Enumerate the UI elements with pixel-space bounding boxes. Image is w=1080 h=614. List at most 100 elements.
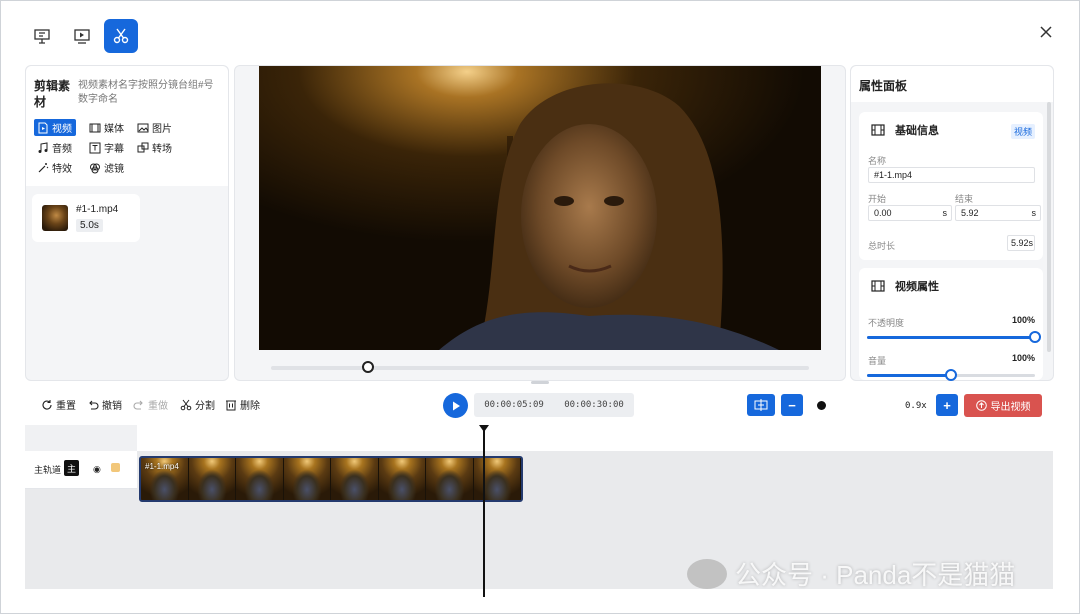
volume-slider[interactable]	[867, 369, 1035, 381]
zoom-out-button[interactable]: −	[781, 394, 803, 416]
properties-panel: 属性面板 基础信息 视频 名称 #1-1.mp4 开始 0.00 s 结束 5.…	[850, 65, 1054, 381]
delete-button[interactable]: 删除	[225, 397, 260, 412]
end-label: 结束	[955, 194, 974, 204]
name-label: 名称	[868, 156, 887, 166]
snap-toggle-button[interactable]	[747, 394, 775, 416]
resize-handle[interactable]	[531, 381, 549, 384]
delete-label: 删除	[240, 401, 260, 412]
name-field[interactable]: #1-1.mp4	[868, 167, 1035, 183]
properties-scrollbar[interactable]	[1047, 102, 1051, 352]
basic-info-title: 基础信息	[895, 125, 939, 137]
zoom-level: 0.9x	[905, 401, 927, 411]
export-video-button[interactable]: 导出视频	[964, 394, 1042, 417]
start-label: 开始	[868, 194, 887, 204]
clip-frame	[426, 458, 474, 500]
category-label: 图片	[152, 124, 172, 135]
category-subtitle[interactable]: 字幕	[86, 139, 128, 156]
music-icon	[38, 141, 48, 153]
category-label: 滤镜	[104, 164, 124, 175]
zoom-slider-handle[interactable]	[817, 401, 826, 410]
reset-button[interactable]: 重置	[41, 397, 76, 412]
film-icon	[871, 280, 885, 292]
category-media[interactable]: 媒体	[86, 119, 128, 136]
category-label: 媒体	[104, 124, 124, 135]
split-label: 分割	[195, 401, 215, 412]
split-button[interactable]: 分割	[180, 397, 215, 412]
properties-title: 属性面板	[851, 66, 1053, 102]
trash-icon	[226, 400, 236, 410]
start-unit: s	[942, 208, 948, 218]
start-value: 0.00	[874, 208, 892, 218]
total-duration-value: 5.92s	[1007, 235, 1035, 251]
volume-fill	[867, 374, 951, 377]
transition-icon	[137, 142, 149, 152]
time-ruler[interactable]	[137, 425, 1053, 451]
scissors-icon	[113, 28, 129, 44]
wechat-icon	[687, 558, 727, 589]
material-header: 剪辑素材 视频素材名字按照分镜台组#号数字命名 视频 媒体 图片 音频 字幕 转…	[26, 66, 228, 186]
clip-name: #1-1.mp4	[76, 204, 119, 215]
eye-icon[interactable]: ◉	[93, 464, 101, 475]
undo-icon	[89, 400, 99, 410]
refresh-icon	[42, 399, 52, 410]
preview-scrubber[interactable]	[271, 361, 809, 373]
upload-icon	[975, 400, 987, 411]
undo-button[interactable]: 撤销	[87, 397, 122, 412]
play-icon	[452, 401, 460, 410]
current-time: 00:00:05:09	[484, 400, 544, 410]
text-icon	[89, 142, 101, 153]
lock-icon[interactable]	[111, 463, 120, 472]
video-properties-card: 视频属性 不透明度 100% 音量 100%	[859, 268, 1043, 381]
image-icon	[137, 123, 149, 132]
category-filter[interactable]: 滤镜	[86, 159, 128, 176]
close-icon[interactable]	[1037, 23, 1055, 41]
category-image[interactable]: 图片	[134, 119, 176, 136]
end-unit: s	[1031, 208, 1037, 218]
filter-icon	[90, 163, 100, 173]
category-label: 转场	[152, 144, 172, 155]
material-clip-card[interactable]: #1-1.mp4 5.0s	[32, 194, 140, 242]
clip-frame	[331, 458, 379, 500]
editor-window: 剪辑素材 视频素材名字按照分镜台组#号数字命名 视频 媒体 图片 音频 字幕 转…	[0, 0, 1080, 614]
timeline-clip[interactable]: #1-1.mp4	[139, 456, 523, 502]
zoom-in-button[interactable]: +	[936, 394, 958, 416]
category-effect[interactable]: 特效	[34, 159, 76, 176]
video-preview[interactable]	[259, 66, 821, 350]
volume-handle[interactable]	[945, 369, 957, 381]
redo-label: 重做	[148, 401, 168, 412]
top-toolbar	[1, 1, 1080, 65]
category-transition[interactable]: 转场	[134, 139, 176, 156]
edit-tab[interactable]	[104, 19, 138, 53]
film-icon	[89, 123, 101, 132]
magnet-icon	[754, 399, 768, 411]
clip-thumbnail	[42, 205, 68, 231]
magic-wand-icon	[38, 162, 49, 172]
category-label: 字幕	[104, 144, 124, 155]
play-button[interactable]	[443, 393, 468, 418]
basic-info-header: 基础信息	[871, 122, 939, 138]
watermark: 公众号 · Panda不是猫猫	[687, 555, 1015, 592]
video-preview-tab[interactable]	[65, 19, 99, 53]
presentation-tab[interactable]	[25, 19, 59, 53]
start-field[interactable]: 0.00 s	[868, 205, 952, 221]
volume-value: 100%	[1011, 353, 1035, 363]
clip-frame	[236, 458, 284, 500]
redo-icon	[133, 400, 143, 410]
scrubber-handle[interactable]	[361, 361, 374, 373]
film-icon	[871, 124, 885, 136]
video-properties-title: 视频属性	[895, 281, 939, 293]
opacity-value: 100%	[1011, 315, 1035, 325]
track-header: 主轨道 主 ◉	[25, 451, 137, 489]
video-preview-icon	[74, 29, 90, 44]
end-field[interactable]: 5.92 s	[955, 205, 1041, 221]
opacity-handle[interactable]	[1029, 331, 1041, 343]
redo-button[interactable]: 重做	[133, 397, 168, 412]
clip-frame	[188, 458, 236, 500]
opacity-slider[interactable]	[867, 331, 1041, 343]
category-audio[interactable]: 音频	[34, 139, 76, 156]
playhead[interactable]	[479, 425, 489, 597]
preview-panel	[234, 65, 846, 381]
clip-frame	[473, 458, 521, 500]
ruler-corner	[25, 425, 137, 451]
category-video[interactable]: 视频	[34, 119, 76, 136]
